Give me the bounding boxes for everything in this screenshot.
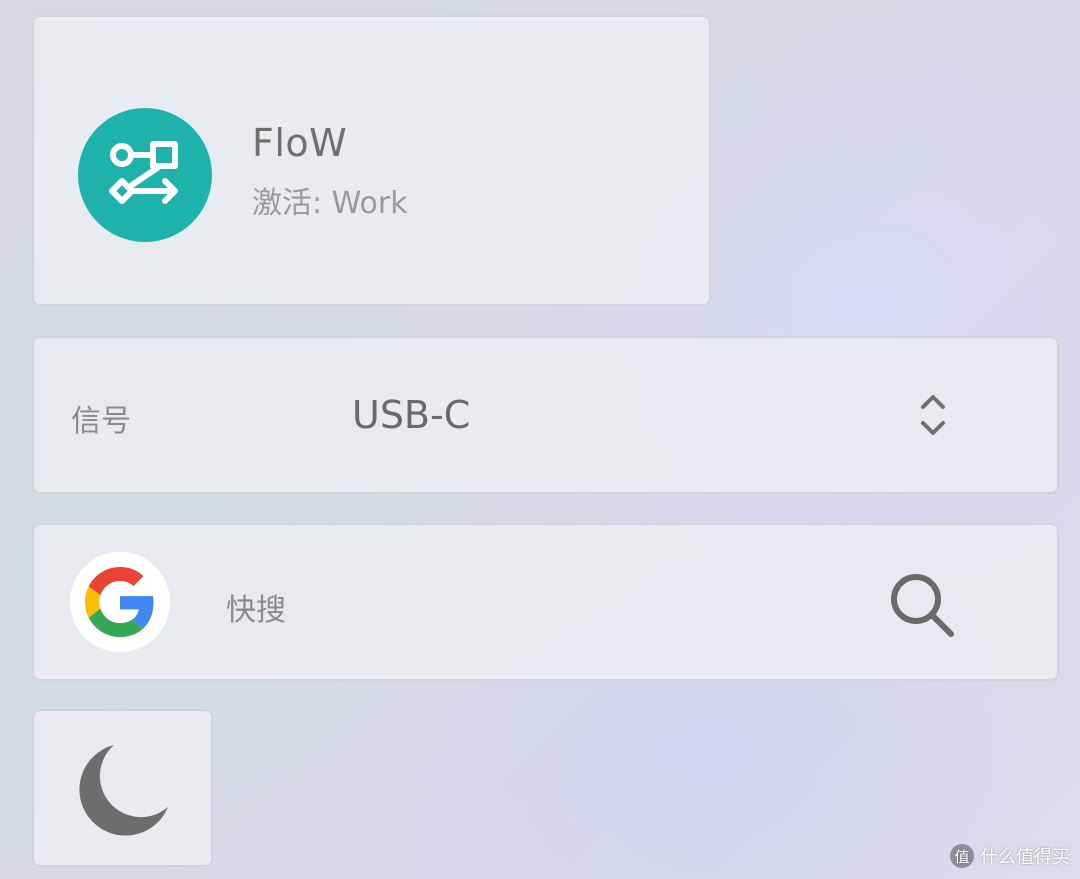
signal-value[interactable]: USB-C: [352, 393, 470, 437]
watermark-badge: 值: [950, 844, 974, 868]
flow-card[interactable]: FloW 激活: Work: [32, 15, 711, 306]
moon-icon: [79, 745, 168, 836]
watermark: 值 什么值得买: [950, 843, 1070, 869]
google-g-icon: [70, 552, 170, 652]
signal-source-selector[interactable]: 信号 USB-C: [32, 336, 1059, 494]
flow-route-icon: [78, 108, 212, 242]
watermark-text: 什么值得买: [980, 847, 1070, 868]
flow-status: 激活: Work: [252, 186, 408, 221]
chevron-up-down-icon[interactable]: [918, 392, 948, 438]
quick-search-bar[interactable]: 快搜: [32, 523, 1059, 681]
signal-label: 信号: [71, 404, 131, 439]
flow-title: FloW: [252, 121, 348, 165]
night-mode-toggle[interactable]: [32, 709, 213, 867]
search-label: 快搜: [226, 593, 286, 628]
search-icon[interactable]: [888, 571, 958, 641]
